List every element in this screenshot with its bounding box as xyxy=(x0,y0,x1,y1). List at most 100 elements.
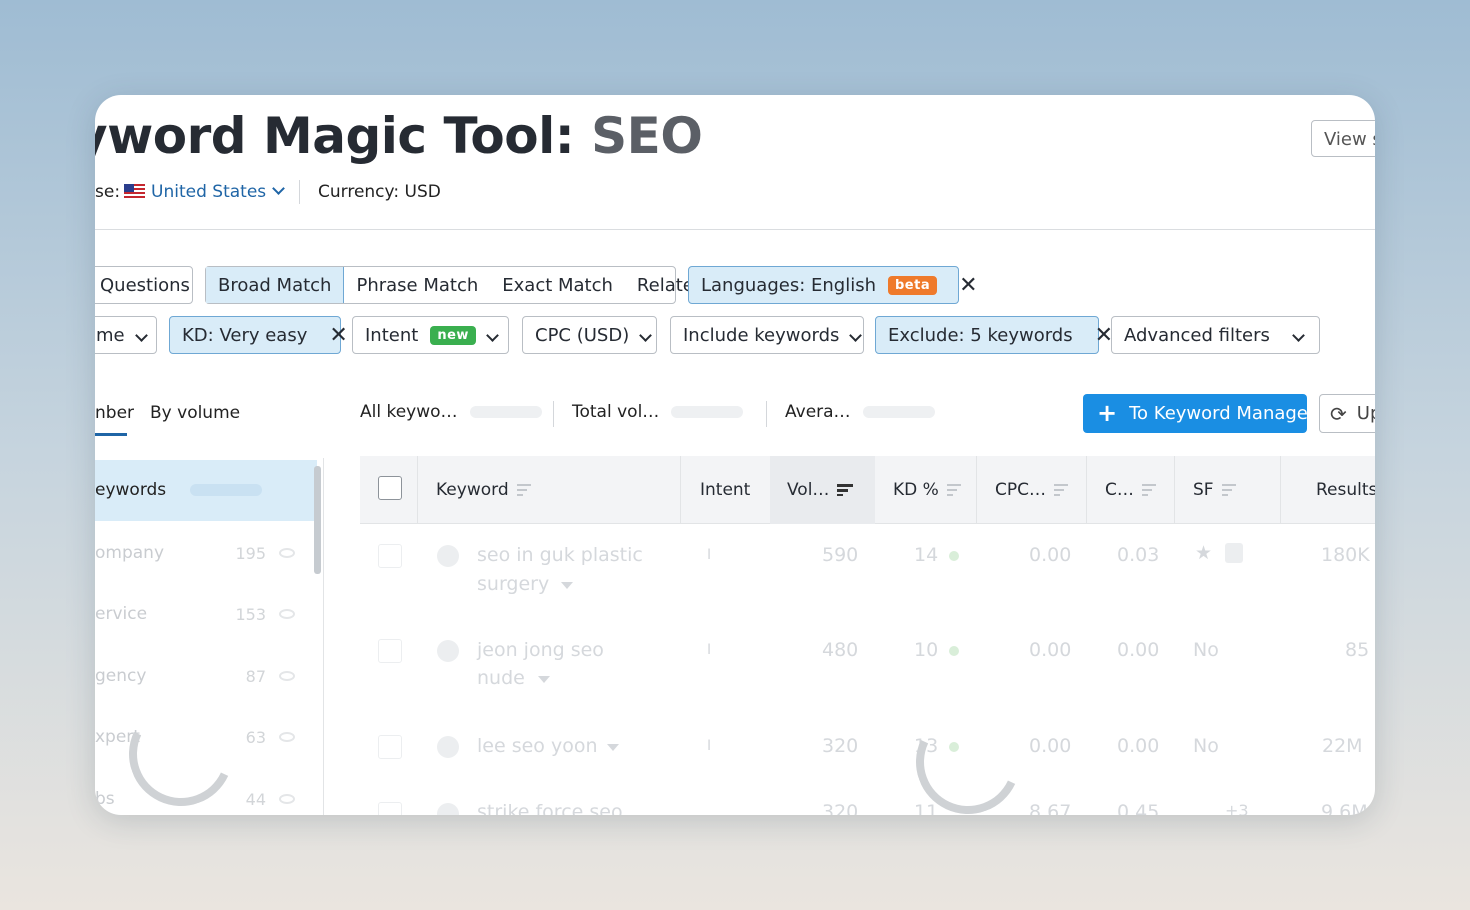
column-label: C… xyxy=(1105,480,1134,500)
column-label: Keyword xyxy=(436,480,509,500)
currency-value: USD xyxy=(404,182,441,202)
row-checkbox[interactable] xyxy=(378,639,402,663)
keyword-link[interactable]: seo in guk plastic xyxy=(477,544,643,566)
loading-placeholder xyxy=(190,484,262,496)
languages-filter-label: Languages: English beta xyxy=(689,267,949,303)
sort-icon xyxy=(1141,484,1156,496)
new-badge: new xyxy=(430,325,476,345)
loading-placeholder xyxy=(862,406,935,418)
languages-filter[interactable]: Languages: English beta ✕ xyxy=(688,266,978,304)
update-metrics-button[interactable]: ⟳ Up xyxy=(1319,394,1375,433)
kd-value: 14 xyxy=(914,544,939,566)
sidebar-item-count: 153 xyxy=(235,605,266,624)
eye-icon[interactable] xyxy=(279,794,295,804)
sort-descending-icon xyxy=(837,484,854,496)
column-header-cpc[interactable]: CPC… xyxy=(995,480,1068,500)
competition-value: 0.45 xyxy=(1117,801,1160,815)
keyword-link-continued[interactable]: surgery xyxy=(477,573,549,595)
to-keyword-manager-button[interactable]: + To Keyword Manager xyxy=(1083,394,1315,433)
eye-icon[interactable] xyxy=(279,609,295,619)
stat-all-keywords: All keywo… xyxy=(360,402,542,422)
chevron-down-icon[interactable] xyxy=(561,582,573,589)
keyword-link[interactable]: strike force seo xyxy=(477,801,623,815)
results-value: 9.6M xyxy=(1321,801,1368,815)
filter-exclude-keywords[interactable]: Exclude: 5 keywords ✕ xyxy=(875,316,1113,354)
column-label: Vol… xyxy=(787,480,830,500)
sort-icon xyxy=(516,484,531,496)
select-all-checkbox[interactable] xyxy=(378,476,402,500)
column-header-intent[interactable]: Intent xyxy=(700,480,750,500)
sidebar-item-count: 195 xyxy=(235,544,266,563)
add-to-list-icon[interactable] xyxy=(437,736,459,758)
advanced-filters-dropdown[interactable]: Advanced filters xyxy=(1111,316,1320,354)
stat-divider xyxy=(766,401,767,427)
column-header-results[interactable]: Results xyxy=(1316,480,1375,500)
chevron-down-icon xyxy=(134,328,148,342)
tab-by-volume[interactable]: By volume xyxy=(150,403,240,423)
filter-include-keywords-dropdown[interactable]: Include keywords xyxy=(670,316,864,354)
sidebar-item-count: 44 xyxy=(245,790,266,809)
sidebar-item-label[interactable]: ervice xyxy=(95,604,147,624)
page-title-query: SEO xyxy=(591,107,703,165)
filter-cpc-dropdown[interactable]: CPC (USD) xyxy=(522,316,657,354)
close-icon[interactable]: ✕ xyxy=(949,267,987,303)
add-to-list-icon[interactable] xyxy=(437,545,459,567)
tab-exact-match[interactable]: Exact Match xyxy=(490,267,625,303)
sidebar-scrollbar[interactable] xyxy=(314,466,321,574)
chevron-down-icon[interactable] xyxy=(538,676,550,683)
column-header-volume[interactable]: Vol… xyxy=(787,480,854,500)
tab-questions[interactable]: Questions xyxy=(95,266,193,304)
add-to-list-icon[interactable] xyxy=(437,640,459,662)
filter-kd[interactable]: KD: Very easy ✕ xyxy=(169,316,348,354)
row-checkbox[interactable] xyxy=(378,544,402,568)
keyword-link[interactable]: jeon jong seo xyxy=(477,639,604,661)
database-label: se: xyxy=(95,182,121,202)
column-header-keyword[interactable]: Keyword xyxy=(436,480,531,500)
chevron-down-icon xyxy=(272,182,286,195)
sidebar-item-label[interactable]: gency xyxy=(95,666,146,686)
competition-value: 0.00 xyxy=(1117,639,1160,661)
sort-icon xyxy=(946,484,961,496)
kd-indicator-dot xyxy=(949,646,959,656)
page-title: yword Magic Tool: SEO xyxy=(95,107,703,165)
eye-icon[interactable] xyxy=(279,671,295,681)
add-to-list-icon[interactable] xyxy=(437,803,459,815)
column-header-kd[interactable]: KD % xyxy=(893,480,961,500)
tab-by-number[interactable]: nber xyxy=(95,403,134,423)
filter-volume-dropdown[interactable]: me xyxy=(95,316,157,354)
update-metrics-label: Up xyxy=(1356,403,1375,424)
serp-features-value: No xyxy=(1193,735,1219,757)
column-header-serp-features[interactable]: SF xyxy=(1193,480,1236,500)
database-selector[interactable]: se: United States xyxy=(95,182,286,202)
advanced-filters-label: Advanced filters xyxy=(1124,324,1270,346)
row-checkbox[interactable] xyxy=(378,735,402,759)
keyword-link[interactable]: lee seo yoon xyxy=(477,735,598,757)
filter-intent-dropdown[interactable]: Intent new xyxy=(352,316,509,354)
column-header-competition[interactable]: C… xyxy=(1105,480,1156,500)
view-search-history-button[interactable]: View s xyxy=(1311,120,1375,157)
stat-total-volume: Total vol… xyxy=(572,402,744,422)
keyword-link-continued[interactable]: nude xyxy=(477,667,525,689)
row-checkbox[interactable] xyxy=(378,802,402,815)
sidebar-item-count: 87 xyxy=(245,667,266,686)
sidebar-item-label[interactable]: bs xyxy=(95,789,115,809)
sidebar-item-label[interactable]: ompany xyxy=(95,543,164,563)
chevron-down-icon[interactable] xyxy=(607,744,619,751)
filter-cpc-label: CPC (USD) xyxy=(535,324,630,346)
stat-total-volume-label: Total vol… xyxy=(572,402,660,422)
eye-icon[interactable] xyxy=(279,548,295,558)
column-divider xyxy=(976,456,977,524)
competition-value: 0.00 xyxy=(1117,735,1160,757)
languages-filter-text: Languages: English xyxy=(701,274,876,296)
tab-broad-match[interactable]: Broad Match xyxy=(206,267,345,303)
filter-kd-label: KD: Very easy xyxy=(182,324,308,346)
star-icon: ★ xyxy=(1195,542,1213,564)
beta-badge: beta xyxy=(888,275,938,295)
match-type-group: Broad Match Phrase Match Exact Match Rel… xyxy=(205,266,705,304)
page-title-prefix: yword Magic Tool: xyxy=(95,107,592,165)
filter-include-label: Include keywords xyxy=(683,324,840,346)
database-value: United States xyxy=(151,182,267,202)
column-label: KD % xyxy=(893,480,939,500)
tab-phrase-match[interactable]: Phrase Match xyxy=(344,267,490,303)
eye-icon[interactable] xyxy=(279,732,295,742)
